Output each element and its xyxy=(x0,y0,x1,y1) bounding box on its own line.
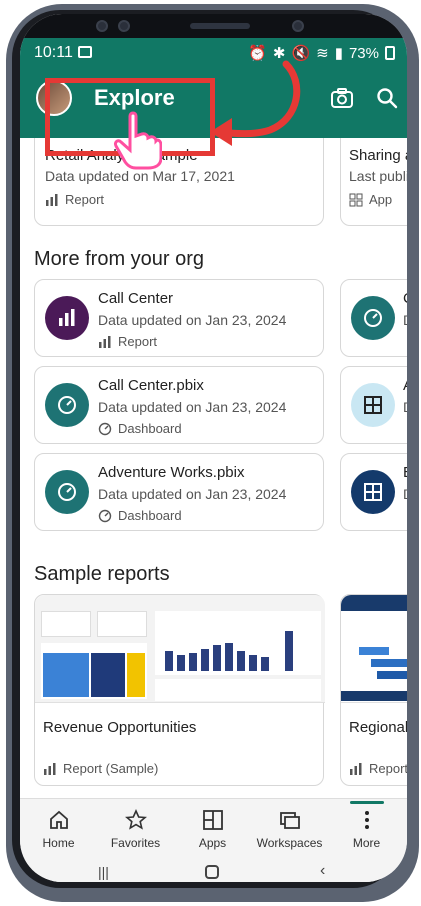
screen: 10:11 ⏰ ✱ 🔇 ≋ ▮ 73% Explore Retail Analy… xyxy=(20,14,407,882)
org-item-type: Dashboard xyxy=(98,421,182,436)
sample-report-card[interactable]: Regional S Report ( xyxy=(340,594,407,786)
earpiece xyxy=(190,23,250,29)
nav-favorites-label: Favorites xyxy=(110,836,161,850)
org-item-subtitle: Data updated on Jan 23, 2024 xyxy=(98,312,287,328)
org-item-card[interactable]: Adventure Works.pbix Data updated on Jan… xyxy=(34,453,324,531)
nav-apps[interactable]: Apps xyxy=(174,799,251,863)
nav-workspaces-label: Workspaces xyxy=(256,836,323,850)
org-item-type: Report xyxy=(98,334,157,349)
org-item-card[interactable]: E D xyxy=(340,453,407,531)
active-indicator xyxy=(350,801,384,804)
pointer-hand-icon xyxy=(114,111,162,170)
featured-title: Sharing ap xyxy=(349,147,407,164)
org-item-subtitle: Data updated on Jan 23, 2024 xyxy=(98,486,287,502)
report-thumbnail xyxy=(341,595,407,703)
status-time: 10:11 xyxy=(34,44,73,61)
featured-subtitle: Last publish xyxy=(349,168,407,184)
workspaces-icon xyxy=(279,812,300,829)
featured-type: App xyxy=(349,192,392,207)
report-icon xyxy=(45,296,89,340)
org-item-type-label: Dashboard xyxy=(118,508,182,523)
report-icon xyxy=(99,335,111,348)
org-item-title: Call Center.pbix xyxy=(98,377,204,394)
org-item-title: C xyxy=(403,290,407,307)
org-item-subtitle: D xyxy=(403,399,407,415)
org-item-subtitle: Data updated on Jan 23, 2024 xyxy=(98,399,287,415)
nav-favorites[interactable]: Favorites xyxy=(97,799,174,863)
sample-report-card[interactable]: Revenue Opportunities Report (Sample) xyxy=(34,594,325,786)
sample-type-label: Report ( xyxy=(369,761,407,776)
org-item-title: E xyxy=(403,464,407,481)
org-item-card[interactable]: Call Center Data updated on Jan 23, 2024… xyxy=(34,279,324,357)
search-button[interactable] xyxy=(369,80,405,116)
app-icon xyxy=(349,193,363,206)
org-item-title: Call Center xyxy=(98,290,174,307)
star-icon xyxy=(124,809,147,830)
wifi-icon: ≋ xyxy=(316,45,329,62)
section-sample-title: Sample reports xyxy=(34,563,170,585)
signal-icon: ▮ xyxy=(334,45,343,62)
report-icon xyxy=(350,762,362,775)
featured-type: Report xyxy=(45,192,104,207)
featured-card[interactable]: Sharing ap Last publish App xyxy=(340,138,407,226)
dashboard-icon xyxy=(45,470,89,514)
org-item-title: A xyxy=(403,377,407,394)
org-item-title: Adventure Works.pbix xyxy=(98,464,245,481)
dashboard-icon xyxy=(45,383,89,427)
front-camera xyxy=(292,20,304,32)
camera-button[interactable] xyxy=(324,80,360,116)
apps-icon xyxy=(202,810,223,830)
explore-content: Retail Analysis Sample Data updated on M… xyxy=(20,138,407,798)
section-more-title: More from your org xyxy=(34,248,205,270)
more-icon xyxy=(364,811,369,829)
camera-strip xyxy=(20,14,407,38)
sample-type-label: Report (Sample) xyxy=(63,761,159,776)
sample-type: Report ( xyxy=(349,761,407,776)
apps-icon xyxy=(351,383,395,427)
org-item-type: Dashboard xyxy=(98,508,182,523)
nav-apps-label: Apps xyxy=(198,836,227,850)
nav-home-label: Home xyxy=(42,836,75,850)
arrow-annotation xyxy=(210,60,301,146)
sample-title: Revenue Opportunities xyxy=(43,719,197,736)
org-item-card[interactable]: A D xyxy=(340,366,407,444)
featured-type-label: App xyxy=(369,192,393,207)
org-item-card[interactable]: Call Center.pbix Data updated on Jan 23,… xyxy=(34,366,324,444)
sensor-dot xyxy=(118,20,130,32)
nav-more-label: More xyxy=(352,836,381,850)
org-item-card[interactable]: C D xyxy=(340,279,407,357)
recent-apps-icon[interactable]: ||| xyxy=(98,864,109,880)
battery-percent: 73% xyxy=(348,44,379,62)
nav-more[interactable]: More xyxy=(328,799,405,863)
sample-type: Report (Sample) xyxy=(43,761,158,776)
featured-subtitle: Data updated on Mar 17, 2021 xyxy=(45,168,235,184)
nav-home[interactable]: Home xyxy=(20,799,97,863)
nav-workspaces[interactable]: Workspaces xyxy=(251,799,328,863)
system-navigation-bar: ||| ‹ xyxy=(20,862,407,882)
report-icon xyxy=(44,762,56,775)
dashboard-icon xyxy=(351,296,395,340)
dashboard-icon xyxy=(98,509,112,522)
org-item-type-label: Dashboard xyxy=(118,421,182,436)
report-icon xyxy=(46,193,58,206)
org-item-type-label: Report xyxy=(118,334,158,349)
camera-icon xyxy=(331,88,353,108)
search-icon xyxy=(377,88,398,109)
home-gesture-icon[interactable] xyxy=(205,865,219,879)
org-item-subtitle: D xyxy=(403,312,407,328)
report-thumbnail xyxy=(35,595,325,703)
featured-type-label: Report xyxy=(65,192,105,207)
bottom-navigation: Home Favorites Apps Workspaces More xyxy=(20,798,407,862)
apps-icon xyxy=(351,470,395,514)
battery-icon xyxy=(385,46,395,60)
back-icon[interactable]: ‹ xyxy=(320,862,325,880)
dashboard-icon xyxy=(98,422,112,435)
home-icon xyxy=(49,810,68,829)
org-item-subtitle: D xyxy=(403,486,407,502)
sample-title: Regional S xyxy=(349,719,407,736)
gallery-icon xyxy=(78,46,92,58)
sensor-dot xyxy=(96,20,108,32)
